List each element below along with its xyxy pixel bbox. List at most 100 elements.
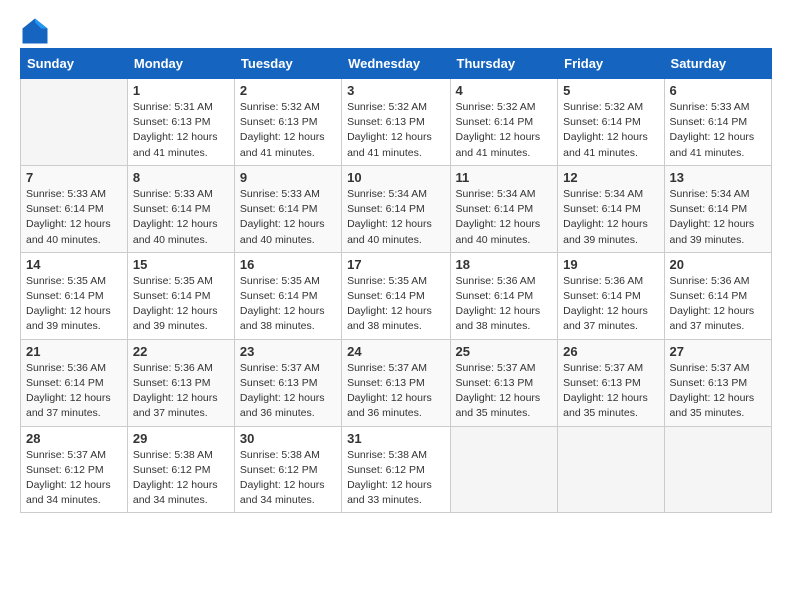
day-number: 19 [563, 257, 658, 272]
day-info: Sunrise: 5:34 AMSunset: 6:14 PMDaylight:… [670, 187, 766, 248]
day-info: Sunrise: 5:37 AMSunset: 6:13 PMDaylight:… [670, 361, 766, 422]
day-number: 9 [240, 170, 336, 185]
calendar-cell: 19 Sunrise: 5:36 AMSunset: 6:14 PMDayligh… [558, 252, 664, 339]
calendar-cell: 18 Sunrise: 5:36 AMSunset: 6:14 PMDayligh… [450, 252, 558, 339]
day-number: 1 [133, 83, 229, 98]
day-number: 13 [670, 170, 766, 185]
day-info: Sunrise: 5:32 AMSunset: 6:13 PMDaylight:… [347, 100, 444, 161]
day-number: 5 [563, 83, 658, 98]
calendar-cell: 13 Sunrise: 5:34 AMSunset: 6:14 PMDayligh… [664, 165, 771, 252]
header-day-friday: Friday [558, 49, 664, 79]
day-number: 2 [240, 83, 336, 98]
day-info: Sunrise: 5:32 AMSunset: 6:13 PMDaylight:… [240, 100, 336, 161]
day-number: 29 [133, 431, 229, 446]
day-number: 14 [26, 257, 122, 272]
day-number: 21 [26, 344, 122, 359]
day-number: 27 [670, 344, 766, 359]
calendar-cell [664, 426, 771, 513]
calendar-cell: 8Sunrise: 5:33 AMSunset: 6:14 PMDaylight… [127, 165, 234, 252]
calendar-week-row: 1 Sunrise: 5:31 AMSunset: 6:13 PMDaylight… [21, 79, 772, 166]
header-day-tuesday: Tuesday [234, 49, 341, 79]
logo-icon [20, 16, 44, 40]
calendar-cell [21, 79, 128, 166]
day-info: Sunrise: 5:33 AMSunset: 6:14 PMDaylight:… [133, 187, 229, 248]
day-info: Sunrise: 5:37 AMSunset: 6:12 PMDaylight:… [26, 448, 122, 509]
day-number: 12 [563, 170, 658, 185]
header-day-saturday: Saturday [664, 49, 771, 79]
calendar-cell: 12 Sunrise: 5:34 AMSunset: 6:14 PMDayligh… [558, 165, 664, 252]
day-number: 26 [563, 344, 658, 359]
calendar-cell: 30Sunrise: 5:38 AMSunset: 6:12 PMDayligh… [234, 426, 341, 513]
day-number: 3 [347, 83, 444, 98]
day-info: Sunrise: 5:33 AMSunset: 6:14 PMDaylight:… [670, 100, 766, 161]
day-info: Sunrise: 5:33 AMSunset: 6:14 PMDaylight:… [240, 187, 336, 248]
calendar-cell: 5 Sunrise: 5:32 AMSunset: 6:14 PMDaylight… [558, 79, 664, 166]
calendar-cell: 29Sunrise: 5:38 AMSunset: 6:12 PMDayligh… [127, 426, 234, 513]
calendar-cell: 28 Sunrise: 5:37 AMSunset: 6:12 PMDayligh… [21, 426, 128, 513]
calendar-cell: 15 Sunrise: 5:35 AMSunset: 6:14 PMDayligh… [127, 252, 234, 339]
day-number: 18 [456, 257, 553, 272]
header-day-sunday: Sunday [21, 49, 128, 79]
day-info: Sunrise: 5:35 AMSunset: 6:14 PMDaylight:… [26, 274, 122, 335]
calendar-cell: 7 Sunrise: 5:33 AMSunset: 6:14 PMDaylight… [21, 165, 128, 252]
calendar-cell: 25Sunrise: 5:37 AMSunset: 6:13 PMDayligh… [450, 339, 558, 426]
calendar-cell: 31 Sunrise: 5:38 AMSunset: 6:12 PMDayligh… [342, 426, 450, 513]
header-day-wednesday: Wednesday [342, 49, 450, 79]
day-info: Sunrise: 5:37 AMSunset: 6:13 PMDaylight:… [563, 361, 658, 422]
calendar-cell: 3 Sunrise: 5:32 AMSunset: 6:13 PMDaylight… [342, 79, 450, 166]
calendar-cell: 6 Sunrise: 5:33 AMSunset: 6:14 PMDaylight… [664, 79, 771, 166]
day-number: 7 [26, 170, 122, 185]
header-day-monday: Monday [127, 49, 234, 79]
calendar-header-row: SundayMondayTuesdayWednesdayThursdayFrid… [21, 49, 772, 79]
day-info: Sunrise: 5:37 AMSunset: 6:13 PMDaylight:… [240, 361, 336, 422]
calendar-cell: 2 Sunrise: 5:32 AMSunset: 6:13 PMDaylight… [234, 79, 341, 166]
day-number: 6 [670, 83, 766, 98]
day-number: 31 [347, 431, 444, 446]
day-info: Sunrise: 5:35 AMSunset: 6:14 PMDaylight:… [240, 274, 336, 335]
calendar-cell [558, 426, 664, 513]
calendar-cell: 10Sunrise: 5:34 AMSunset: 6:14 PMDayligh… [342, 165, 450, 252]
day-number: 4 [456, 83, 553, 98]
calendar-table: SundayMondayTuesdayWednesdayThursdayFrid… [20, 48, 772, 513]
calendar-cell: 9 Sunrise: 5:33 AMSunset: 6:14 PMDaylight… [234, 165, 341, 252]
calendar-cell: 21 Sunrise: 5:36 AMSunset: 6:14 PMDayligh… [21, 339, 128, 426]
calendar-cell: 1 Sunrise: 5:31 AMSunset: 6:13 PMDaylight… [127, 79, 234, 166]
calendar-cell: 26 Sunrise: 5:37 AMSunset: 6:13 PMDayligh… [558, 339, 664, 426]
day-number: 22 [133, 344, 229, 359]
page-header [20, 16, 772, 40]
calendar-cell: 17Sunrise: 5:35 AMSunset: 6:14 PMDayligh… [342, 252, 450, 339]
day-number: 28 [26, 431, 122, 446]
day-info: Sunrise: 5:32 AMSunset: 6:14 PMDaylight:… [456, 100, 553, 161]
day-info: Sunrise: 5:32 AMSunset: 6:14 PMDaylight:… [563, 100, 658, 161]
calendar-cell: 20Sunrise: 5:36 AMSunset: 6:14 PMDayligh… [664, 252, 771, 339]
day-number: 20 [670, 257, 766, 272]
day-number: 16 [240, 257, 336, 272]
calendar-cell: 11Sunrise: 5:34 AMSunset: 6:14 PMDayligh… [450, 165, 558, 252]
day-info: Sunrise: 5:34 AMSunset: 6:14 PMDaylight:… [456, 187, 553, 248]
calendar-cell: 16 Sunrise: 5:35 AMSunset: 6:14 PMDayligh… [234, 252, 341, 339]
day-number: 25 [456, 344, 553, 359]
day-info: Sunrise: 5:35 AMSunset: 6:14 PMDaylight:… [133, 274, 229, 335]
calendar-week-row: 14 Sunrise: 5:35 AMSunset: 6:14 PMDayligh… [21, 252, 772, 339]
logo [20, 16, 48, 40]
calendar-cell [450, 426, 558, 513]
day-info: Sunrise: 5:31 AMSunset: 6:13 PMDaylight:… [133, 100, 229, 161]
day-info: Sunrise: 5:38 AMSunset: 6:12 PMDaylight:… [347, 448, 444, 509]
day-info: Sunrise: 5:36 AMSunset: 6:14 PMDaylight:… [456, 274, 553, 335]
calendar-cell: 4 Sunrise: 5:32 AMSunset: 6:14 PMDaylight… [450, 79, 558, 166]
day-info: Sunrise: 5:34 AMSunset: 6:14 PMDaylight:… [347, 187, 444, 248]
calendar-week-row: 28 Sunrise: 5:37 AMSunset: 6:12 PMDayligh… [21, 426, 772, 513]
calendar-cell: 22Sunrise: 5:36 AMSunset: 6:13 PMDayligh… [127, 339, 234, 426]
day-number: 23 [240, 344, 336, 359]
day-info: Sunrise: 5:33 AMSunset: 6:14 PMDaylight:… [26, 187, 122, 248]
calendar-cell: 24Sunrise: 5:37 AMSunset: 6:13 PMDayligh… [342, 339, 450, 426]
day-number: 24 [347, 344, 444, 359]
day-info: Sunrise: 5:36 AMSunset: 6:14 PMDaylight:… [563, 274, 658, 335]
calendar-week-row: 7 Sunrise: 5:33 AMSunset: 6:14 PMDaylight… [21, 165, 772, 252]
day-info: Sunrise: 5:35 AMSunset: 6:14 PMDaylight:… [347, 274, 444, 335]
day-info: Sunrise: 5:36 AMSunset: 6:14 PMDaylight:… [26, 361, 122, 422]
day-info: Sunrise: 5:34 AMSunset: 6:14 PMDaylight:… [563, 187, 658, 248]
calendar-cell: 27 Sunrise: 5:37 AMSunset: 6:13 PMDayligh… [664, 339, 771, 426]
calendar-cell: 14 Sunrise: 5:35 AMSunset: 6:14 PMDayligh… [21, 252, 128, 339]
day-number: 15 [133, 257, 229, 272]
